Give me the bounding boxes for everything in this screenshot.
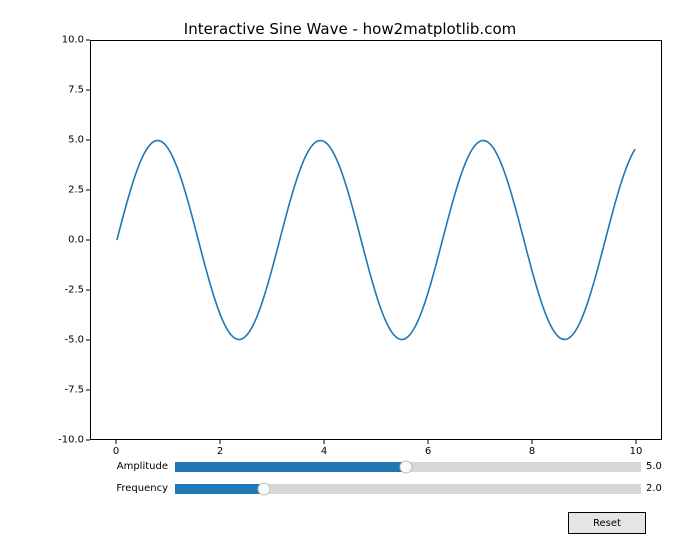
- plot-area: [90, 40, 662, 440]
- xtick-mark: [116, 440, 117, 444]
- xtick-label: 4: [304, 446, 344, 457]
- xtick-mark: [220, 440, 221, 444]
- ytick-label: 0.0: [24, 235, 84, 246]
- xtick-label: 6: [408, 446, 448, 457]
- reset-button[interactable]: Reset: [568, 512, 646, 534]
- sine-line: [117, 141, 635, 340]
- ytick-label: 10.0: [24, 35, 84, 46]
- amplitude-slider-label: Amplitude: [0, 461, 168, 472]
- frequency-slider-value: 2.0: [646, 483, 662, 494]
- amplitude-slider-value: 5.0: [646, 461, 662, 472]
- figure: Interactive Sine Wave - how2matplotlib.c…: [0, 0, 700, 560]
- ytick-label: -7.5: [24, 385, 84, 396]
- frequency-slider-label: Frequency: [0, 483, 168, 494]
- ytick-label: 2.5: [24, 185, 84, 196]
- amplitude-slider-fill: [175, 462, 406, 472]
- ytick-label: 7.5: [24, 85, 84, 96]
- xtick-mark: [324, 440, 325, 444]
- amplitude-slider[interactable]: [175, 462, 641, 472]
- xtick-label: 2: [200, 446, 240, 457]
- xtick-label: 8: [512, 446, 552, 457]
- amplitude-slider-row: Amplitude 5.0: [0, 460, 700, 474]
- sine-curve-svg: [91, 41, 661, 439]
- ytick-label: 5.0: [24, 135, 84, 146]
- xtick-mark: [532, 440, 533, 444]
- ytick-label: -5.0: [24, 335, 84, 346]
- frequency-slider-row: Frequency 2.0: [0, 482, 700, 496]
- ytick-label: -2.5: [24, 285, 84, 296]
- xtick-label: 10: [616, 446, 656, 457]
- xtick-mark: [636, 440, 637, 444]
- xtick-mark: [428, 440, 429, 444]
- ytick-label: -10.0: [24, 435, 84, 446]
- xtick-label: 0: [96, 446, 136, 457]
- chart-title: Interactive Sine Wave - how2matplotlib.c…: [0, 20, 700, 38]
- frequency-slider-fill: [175, 484, 264, 494]
- frequency-slider[interactable]: [175, 484, 641, 494]
- frequency-slider-thumb[interactable]: [258, 483, 271, 496]
- amplitude-slider-thumb[interactable]: [399, 461, 412, 474]
